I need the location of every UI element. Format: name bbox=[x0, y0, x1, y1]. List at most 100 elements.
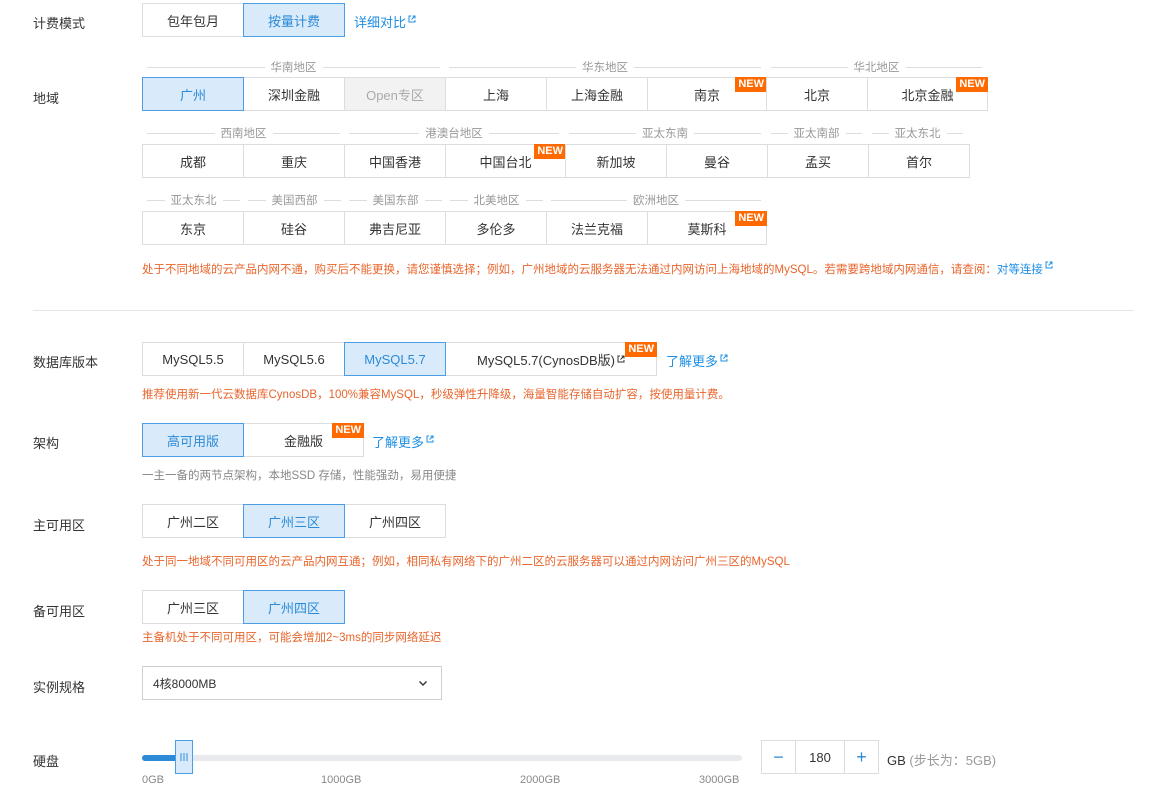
region-shenzhen-finance-button[interactable]: 深圳金融 bbox=[243, 77, 345, 111]
backup-zone-options: 广州三区 广州四区 bbox=[142, 590, 345, 624]
region-shanghai-button[interactable]: 上海 bbox=[445, 77, 547, 111]
backup-zone-gz4-button[interactable]: 广州四区 bbox=[243, 590, 345, 624]
architecture-options: 高可用版 金融版 NEW bbox=[142, 423, 364, 457]
chevron-down-icon bbox=[419, 681, 427, 686]
region-moscow-button[interactable]: 莫斯科 NEW bbox=[647, 211, 767, 245]
mysql-5-5-button[interactable]: MySQL5.5 bbox=[142, 342, 244, 376]
architecture-note: 一主一备的两节点架构，本地SSD 存储，性能强劲，易用便捷 bbox=[142, 470, 457, 482]
region-note: 处于不同地域的云产品内网不通，购买后不能更换，请您谨慎选择；例如，广州地域的云服… bbox=[142, 261, 1053, 277]
mysql-5-7-cynosdb-button[interactable]: MySQL5.7(CynosDB版) NEW bbox=[445, 342, 657, 376]
peering-connection-link[interactable]: 对等连接 bbox=[997, 261, 1053, 276]
region-frankfurt-button[interactable]: 法兰克福 bbox=[546, 211, 648, 245]
disk-tick-0: 0GB bbox=[142, 774, 165, 786]
region-group-south-asia: 亚太南部 bbox=[771, 125, 862, 141]
region-label: 地域 bbox=[33, 91, 60, 106]
region-group-us-east-text: 美国东部 bbox=[372, 195, 419, 207]
db-version-label: 数据库版本 bbox=[33, 355, 99, 370]
primary-zone-label: 主可用区 bbox=[33, 518, 86, 533]
region-chengdu-button[interactable]: 成都 bbox=[142, 144, 244, 178]
new-badge: NEW bbox=[625, 342, 657, 357]
region-group-southwest: 西南地区 bbox=[147, 125, 340, 141]
region-row-1: 广州 深圳金融 Open专区 上海 上海金融 南京 NEW 北京 北京金融 NEW bbox=[142, 77, 988, 111]
billing-compare-link[interactable]: 详细对比 bbox=[354, 12, 416, 31]
region-mumbai-button[interactable]: 孟买 bbox=[767, 144, 869, 178]
region-moscow-label: 莫斯科 bbox=[687, 221, 727, 237]
disk-slider-track[interactable] bbox=[142, 755, 742, 761]
region-bangkok-button[interactable]: 曼谷 bbox=[666, 144, 768, 178]
billing-label: 计费模式 bbox=[33, 16, 86, 31]
mysql-5-6-button[interactable]: MySQL5.6 bbox=[243, 342, 345, 376]
region-beijing-finance-button[interactable]: 北京金融 NEW bbox=[867, 77, 988, 111]
region-note-text: 处于不同地域的云产品内网不通，购买后不能更换，请您谨慎选择；例如，广州地域的云服… bbox=[142, 264, 997, 276]
region-group-south-china: 华南地区 bbox=[147, 59, 440, 75]
primary-zone-gz4-button[interactable]: 广州四区 bbox=[344, 504, 446, 538]
region-group-northeast-asia-1-text: 亚太东北 bbox=[894, 128, 941, 140]
region-group-northeast-asia-2-text: 亚太东北 bbox=[170, 195, 217, 207]
disk-slider-handle[interactable] bbox=[175, 740, 193, 774]
primary-zone-gz3-button[interactable]: 广州三区 bbox=[243, 504, 345, 538]
db-version-learn-more-link[interactable]: 了解更多 bbox=[666, 351, 728, 370]
region-hongkong-button[interactable]: 中国香港 bbox=[344, 144, 446, 178]
billing-postpaid-button[interactable]: 按量计费 bbox=[243, 3, 345, 37]
external-link-icon bbox=[1045, 261, 1053, 269]
external-link-icon bbox=[720, 354, 728, 362]
region-toronto-button[interactable]: 多伦多 bbox=[445, 211, 547, 245]
region-group-north-america-text: 北美地区 bbox=[473, 195, 520, 207]
high-availability-button[interactable]: 高可用版 bbox=[142, 423, 244, 457]
region-group-us-west: 美国西部 bbox=[248, 192, 341, 208]
region-beijing-finance-label: 北京金融 bbox=[901, 87, 954, 103]
region-group-southeast-asia-text: 亚太东南 bbox=[642, 128, 688, 140]
region-group-north-china-text: 华北地区 bbox=[853, 62, 900, 74]
region-seoul-button[interactable]: 首尔 bbox=[868, 144, 970, 178]
disk-slider-fill bbox=[142, 755, 178, 761]
region-group-hk-macao-tw: 港澳台地区 bbox=[349, 125, 559, 141]
primary-zone-note: 处于同一地域不同可用区的云产品内网互通；例如，相同私有网络下的广州二区的云服务器… bbox=[142, 556, 790, 568]
instance-spec-select[interactable]: 4核8000MB bbox=[142, 666, 442, 700]
disk-unit-text: GB bbox=[887, 753, 906, 768]
grip-icon bbox=[180, 753, 188, 761]
region-row-2: 成都 重庆 中国香港 中国台北 NEW 新加坡 曼谷 孟买 首尔 bbox=[142, 144, 970, 178]
new-badge: NEW bbox=[735, 77, 767, 92]
region-tokyo-button[interactable]: 东京 bbox=[142, 211, 244, 245]
section-divider bbox=[33, 310, 1134, 311]
region-guangzhou-button[interactable]: 广州 bbox=[142, 77, 244, 111]
instance-spec-value: 4核8000MB bbox=[153, 676, 217, 691]
backup-zone-note: 主备机处于不同可用区，可能会增加2~3ms的同步网络延迟 bbox=[142, 632, 442, 644]
billing-prepaid-button[interactable]: 包年包月 bbox=[142, 3, 244, 37]
primary-zone-gz2-button[interactable]: 广州二区 bbox=[142, 504, 244, 538]
instance-spec-label: 实例规格 bbox=[33, 680, 86, 695]
backup-zone-gz3-button[interactable]: 广州三区 bbox=[142, 590, 244, 624]
mysql-5-7-button[interactable]: MySQL5.7 bbox=[344, 342, 446, 376]
disk-label: 硬盘 bbox=[33, 754, 60, 769]
architecture-learn-more-text: 了解更多 bbox=[372, 435, 425, 450]
region-group-east-china: 华东地区 bbox=[449, 59, 761, 75]
region-silicon-valley-button[interactable]: 硅谷 bbox=[243, 211, 345, 245]
region-singapore-button[interactable]: 新加坡 bbox=[565, 144, 667, 178]
disk-increase-button[interactable]: + bbox=[844, 740, 879, 774]
mysql-5-7-cynosdb-label: MySQL5.7(CynosDB版) bbox=[477, 352, 615, 368]
region-group-north-america: 北美地区 bbox=[450, 192, 543, 208]
region-taipei-button[interactable]: 中国台北 NEW bbox=[445, 144, 566, 178]
disk-stepper: − 180 + bbox=[761, 740, 879, 774]
new-badge: NEW bbox=[735, 211, 767, 226]
region-nanjing-button[interactable]: 南京 NEW bbox=[647, 77, 767, 111]
disk-tick-1000: 1000GB bbox=[321, 774, 362, 786]
region-group-south-asia-text: 亚太南部 bbox=[793, 128, 840, 140]
billing-compare-link-text: 详细对比 bbox=[354, 15, 407, 30]
region-beijing-button[interactable]: 北京 bbox=[766, 77, 868, 111]
disk-decrease-button[interactable]: − bbox=[761, 740, 796, 774]
region-shanghai-finance-button[interactable]: 上海金融 bbox=[546, 77, 648, 111]
db-version-note: 推荐使用新一代云数据库CynosDB，100%兼容MySQL，秒级弹性升降级，海… bbox=[142, 389, 730, 401]
region-virginia-button[interactable]: 弗吉尼亚 bbox=[344, 211, 446, 245]
region-group-southeast-asia: 亚太东南 bbox=[569, 125, 761, 141]
region-nanjing-label: 南京 bbox=[693, 87, 720, 103]
finance-edition-button[interactable]: 金融版 NEW bbox=[243, 423, 364, 457]
region-chongqing-button[interactable]: 重庆 bbox=[243, 144, 345, 178]
region-group-east-china-text: 华东地区 bbox=[582, 62, 628, 74]
disk-tick-3000: 3000GB bbox=[699, 774, 740, 786]
disk-size-input[interactable]: 180 bbox=[795, 740, 845, 774]
region-open-zone-button[interactable]: Open专区 bbox=[344, 77, 446, 111]
architecture-learn-more-link[interactable]: 了解更多 bbox=[372, 432, 434, 451]
region-group-south-china-text: 华南地区 bbox=[270, 62, 317, 74]
primary-zone-options: 广州二区 广州三区 广州四区 bbox=[142, 504, 446, 538]
